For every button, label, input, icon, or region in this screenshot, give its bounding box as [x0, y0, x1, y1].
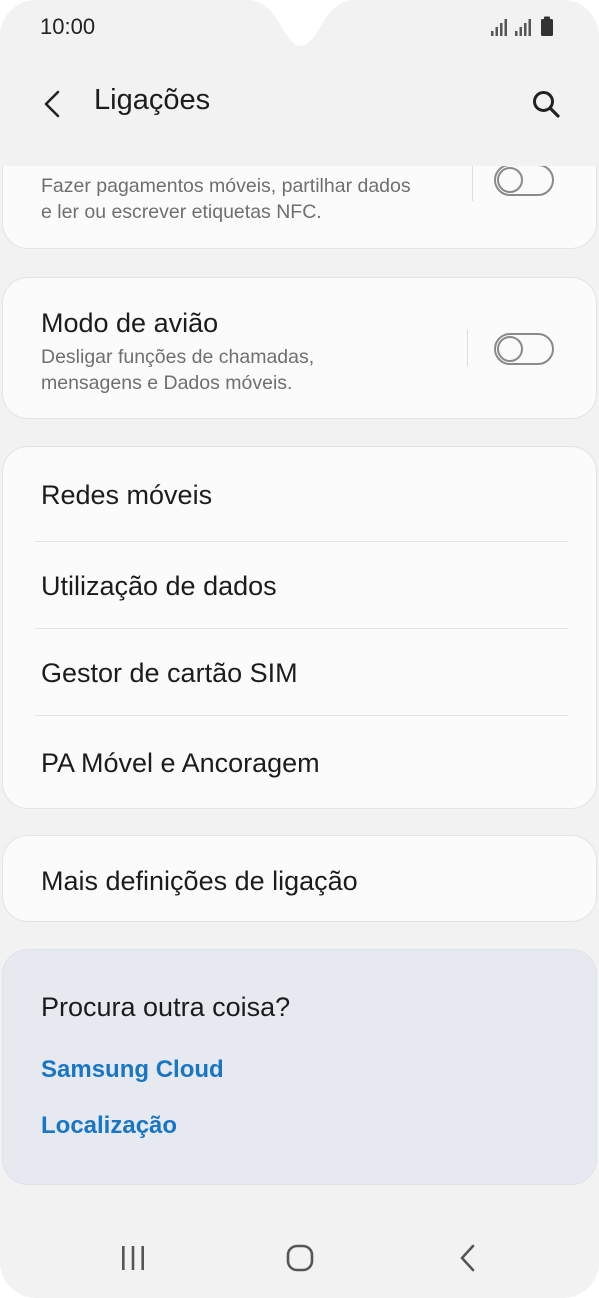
location-link[interactable]: Localização — [41, 1112, 177, 1140]
navigation-bar — [0, 1222, 599, 1298]
signal-icon — [491, 19, 507, 36]
toggle-knob — [497, 336, 523, 362]
phone-screen: 10:00 Ligações Fazer pagamentos móveis, … — [0, 0, 599, 1298]
nfc-subtitle-line2: e ler ou escrever etiquetas NFC. — [41, 201, 322, 223]
menu-item-mobile-networks[interactable]: Redes móveis — [3, 447, 598, 541]
more-settings-card[interactable]: Mais definições de ligação — [2, 835, 597, 922]
airplane-card[interactable]: Modo de avião Desligar funções de chamad… — [2, 277, 597, 419]
suggestions-heading: Procura outra coisa? — [41, 992, 291, 1022]
status-icons — [491, 16, 553, 36]
home-icon — [286, 1244, 314, 1272]
home-button[interactable] — [270, 1232, 330, 1284]
menu-item-label: Redes móveis — [41, 480, 213, 510]
status-time: 10:00 — [40, 14, 96, 39]
suggestions-card: Procura outra coisa? Samsung Cloud Local… — [2, 949, 597, 1185]
app-bar: Ligações — [0, 64, 599, 144]
airplane-subtitle-line2: mensagens e Dados móveis. — [41, 372, 293, 394]
samsung-cloud-link[interactable]: Samsung Cloud — [41, 1056, 224, 1084]
airplane-title: Modo de avião — [41, 308, 219, 338]
vertical-separator — [472, 166, 473, 201]
menu-item-label: Utilização de dados — [41, 571, 277, 601]
battery-icon — [541, 16, 553, 36]
status-bar: 10:00 — [0, 0, 599, 56]
chevron-left-icon — [44, 90, 60, 118]
search-button[interactable] — [522, 80, 570, 128]
nfc-card[interactable]: Fazer pagamentos móveis, partilhar dados… — [2, 166, 597, 249]
more-settings-label: Mais definições de ligação — [41, 866, 358, 896]
recents-icon — [122, 1246, 144, 1270]
airplane-toggle[interactable] — [494, 333, 554, 365]
toggle-knob — [497, 167, 523, 193]
airplane-subtitle-line1: Desligar funções de chamadas, — [41, 346, 315, 368]
nav-back-button[interactable] — [438, 1232, 498, 1284]
recents-button[interactable] — [103, 1232, 163, 1284]
signal-icon — [515, 19, 531, 36]
menu-item-label: PA Móvel e Ancoragem — [41, 748, 320, 778]
network-menu-card: Redes móveis Utilização de dados Gestor … — [2, 446, 597, 809]
back-button[interactable] — [30, 82, 74, 126]
nfc-toggle[interactable] — [494, 166, 554, 196]
vertical-separator — [467, 330, 468, 366]
back-icon — [460, 1244, 475, 1272]
menu-item-hotspot-tethering[interactable]: PA Móvel e Ancoragem — [3, 716, 598, 809]
nfc-subtitle-line1: Fazer pagamentos móveis, partilhar dados — [41, 175, 411, 197]
settings-list[interactable]: Fazer pagamentos móveis, partilhar dados… — [0, 166, 599, 1200]
search-icon — [533, 91, 560, 118]
menu-item-sim-manager[interactable]: Gestor de cartão SIM — [3, 629, 598, 716]
page-title: Ligações — [94, 84, 211, 116]
menu-item-data-usage[interactable]: Utilização de dados — [3, 542, 598, 629]
menu-item-label: Gestor de cartão SIM — [41, 658, 298, 688]
